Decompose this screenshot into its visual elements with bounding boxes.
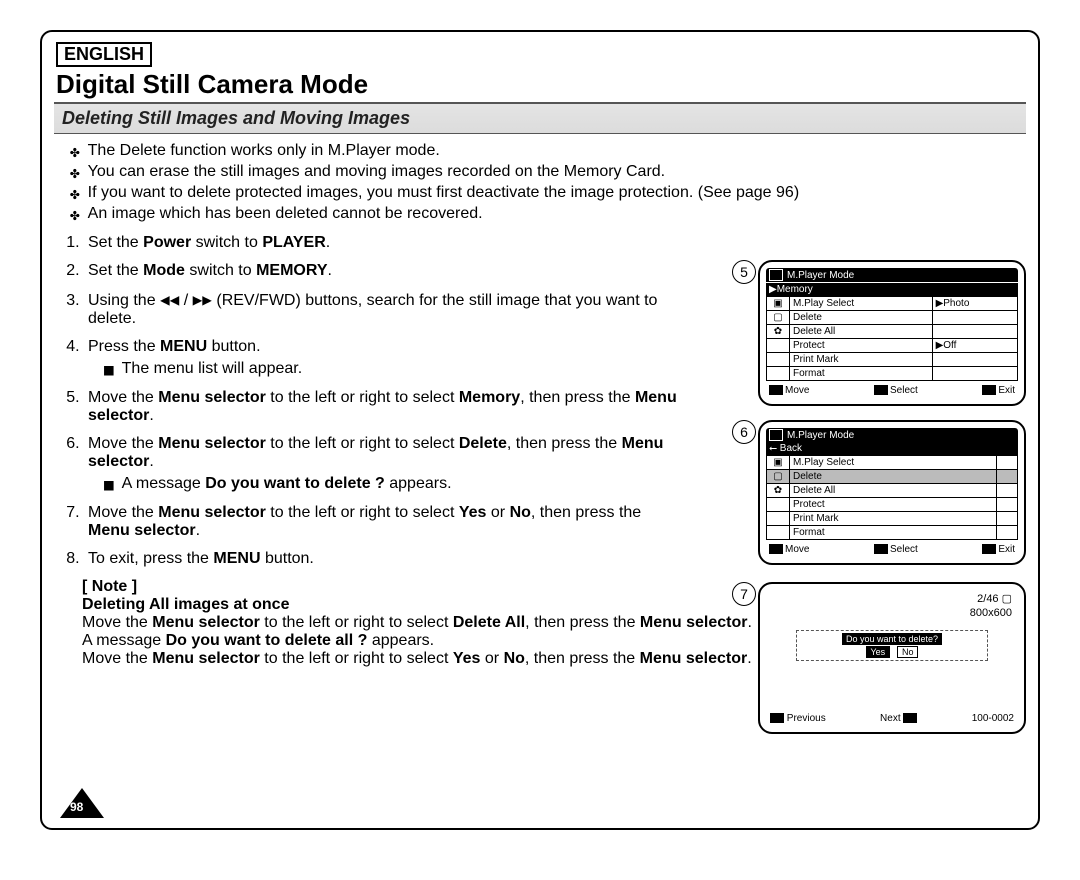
intro-text: If you want to delete protected images, … [88, 184, 800, 202]
fwd-icon: ▶▶ [193, 290, 212, 309]
step-3: Using the ◀◀ / ▶▶ (REV/FWD) buttons, sea… [84, 290, 686, 328]
step-number-badge: 5 [732, 260, 756, 284]
menu-label: M.Play Select [790, 297, 933, 311]
square-bullet-icon: ■ [104, 475, 114, 494]
square-bullet-icon: ■ [104, 360, 114, 379]
intro-text: An image which has been deleted cannot b… [88, 205, 483, 223]
language-box: ENGLISH [56, 42, 152, 67]
no-option: No [897, 646, 919, 658]
step-4: Press the MENU button. ■The menu list wi… [84, 338, 686, 379]
menu-list: ▣M.Play Select ▢Delete ✿Delete All Prote… [766, 455, 1018, 540]
image-id: 100-0002 [972, 713, 1014, 724]
screen-footer: Move Select Exit [766, 544, 1018, 555]
step-2: Set the Mode switch to MEMORY. [84, 262, 686, 280]
camera-screen: M.Player Mode ▶Memory ▣M.Play Select▶Pho… [758, 260, 1026, 406]
step-number-badge: 6 [732, 420, 756, 444]
step-7: Move the Menu selector to the left or ri… [84, 504, 686, 540]
diamond-icon: ✤ [70, 163, 80, 182]
step-6: Move the Menu selector to the left or ri… [84, 435, 686, 494]
yes-option: Yes [866, 646, 891, 658]
section-heading: Deleting Still Images and Moving Images [54, 102, 1026, 134]
menu-subheader: ▶Memory [766, 283, 1018, 296]
prev-icon [770, 713, 784, 723]
play-icon [769, 269, 783, 281]
menu-back: ⭠ Back [766, 442, 1018, 455]
menu-value: ▶Photo [932, 297, 1017, 311]
diamond-icon: ✤ [70, 205, 80, 224]
menu-icon: ▣ [767, 297, 790, 311]
step-number-badge: 7 [732, 582, 756, 606]
step-1: Set the Power switch to PLAYER. [84, 234, 686, 252]
image-counter: 2/46 ▢ [970, 592, 1012, 606]
intro-bullets: ✤ The Delete function works only in M.Pla… [70, 142, 1026, 224]
dialog-prompt: Do you want to delete? [842, 633, 942, 645]
play-icon [769, 429, 783, 441]
delete-dialog: Do you want to delete? Yes No [796, 630, 988, 661]
page-title: Digital Still Camera Mode [56, 69, 1026, 100]
page-number-triangle: 98 [60, 788, 104, 818]
illustration-5: 5 M.Player Mode ▶Memory ▣M.Play Select▶P… [758, 260, 1026, 406]
step-5: Move the Menu selector to the left or ri… [84, 389, 686, 425]
menu-list: ▣M.Play Select▶Photo ▢Delete ✿Delete All… [766, 296, 1018, 381]
camera-confirm-screen: 2/46 ▢ 800x600 Do you want to delete? Ye… [758, 582, 1026, 734]
screen-footer: Move Select Exit [766, 385, 1018, 396]
diamond-icon: ✤ [70, 142, 80, 161]
diamond-icon: ✤ [70, 184, 80, 203]
intro-text: You can erase the still images and movin… [88, 163, 665, 181]
rev-icon: ◀◀ [160, 290, 179, 309]
manual-page-frame: ENGLISH Digital Still Camera Mode Deleti… [40, 30, 1040, 830]
page-number: 98 [70, 800, 83, 814]
next-icon [903, 713, 917, 723]
illustration-7: 7 2/46 ▢ 800x600 Do you want to delete? … [758, 582, 1026, 734]
intro-text: The Delete function works only in M.Play… [88, 142, 440, 160]
image-resolution: 800x600 [970, 606, 1012, 620]
camera-screen: M.Player Mode ⭠ Back ▣M.Play Select ▢Del… [758, 420, 1026, 565]
step-8: To exit, press the MENU button. [84, 550, 686, 568]
illustration-6: 6 M.Player Mode ⭠ Back ▣M.Play Select ▢D… [758, 420, 1026, 565]
